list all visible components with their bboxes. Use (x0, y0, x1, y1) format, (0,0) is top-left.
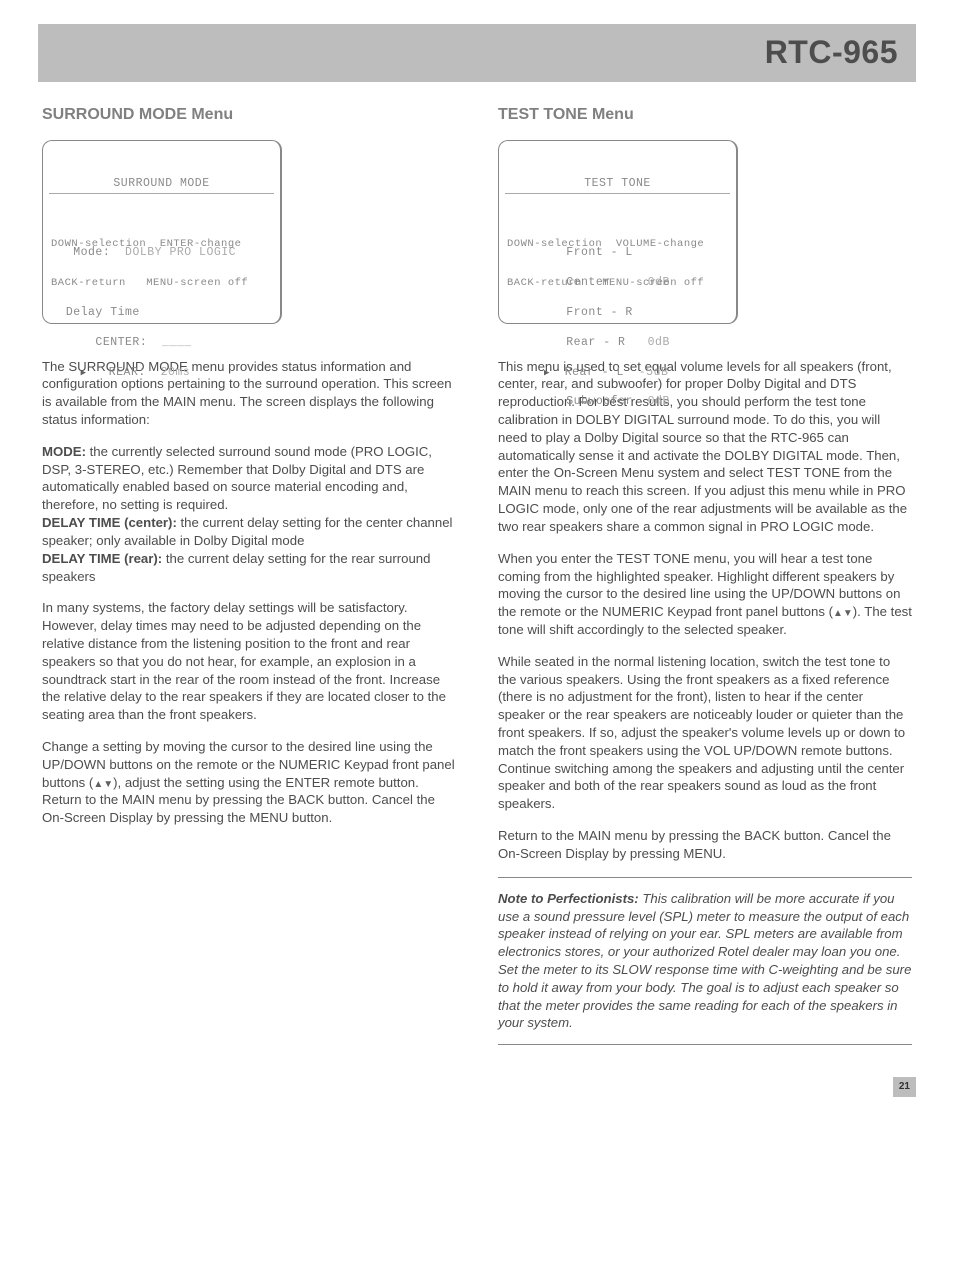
osd-hints: DOWN-selection ENTER-change BACK-return … (51, 212, 272, 317)
cursor-arrow-icon (81, 366, 87, 379)
osd-center-label: CENTER: (95, 336, 147, 349)
page-number: 21 (893, 1077, 916, 1097)
surround-mode-osd: SURROUND MODE Mode: DOLBY PRO LOGIC Dela… (42, 140, 282, 324)
note-label: Note to Perfectionists: (498, 891, 639, 906)
osd-rear-l-label: Rear - L (565, 366, 624, 379)
up-down-icon (93, 775, 113, 790)
header-bar: RTC-965 (38, 24, 916, 82)
osd-center-value: ____ (162, 336, 192, 349)
osd-hint-1: DOWN-selection VOLUME-change (507, 238, 728, 251)
osd-subwoofer-label: Subwoofer (566, 395, 633, 408)
osd-hint-1: DOWN-selection ENTER-change (51, 238, 272, 251)
footer: 21 (0, 1057, 954, 1117)
right-column: TEST TONE Menu TEST TONE Front - L Cente… (498, 104, 912, 1057)
osd-title: TEST TONE (505, 176, 730, 195)
osd-rear-l-value: -5dB (639, 366, 669, 379)
test-tone-heading: TEST TONE Menu (498, 104, 912, 126)
divider (498, 877, 912, 878)
osd-rear-value: 20ms (161, 366, 191, 379)
content-columns: SURROUND MODE Menu SURROUND MODE Mode: D… (0, 104, 954, 1057)
right-p4: Return to the MAIN menu by pressing the … (498, 827, 912, 863)
cursor-arrow-icon (544, 366, 550, 379)
note-text: This calibration will be more accurate i… (498, 891, 911, 1031)
model-title: RTC-965 (765, 31, 898, 74)
osd-subwoofer-value: 0dB (648, 395, 670, 408)
left-column: SURROUND MODE Menu SURROUND MODE Mode: D… (42, 104, 456, 1057)
test-tone-osd: TEST TONE Front - L Center 0dB Front - R… (498, 140, 738, 324)
osd-rear-r-label: Rear - R (566, 336, 625, 349)
osd-rear-label: REAR: (109, 366, 146, 379)
up-down-icon (833, 604, 853, 619)
left-p6: Change a setting by moving the cursor to… (42, 738, 456, 827)
osd-hint-2: BACK-return MENU-screen off (507, 277, 728, 290)
osd-hint-2: BACK-return MENU-screen off (51, 277, 272, 290)
note-block: Note to Perfectionists: This calibration… (498, 890, 912, 1033)
osd-hints: DOWN-selection VOLUME-change BACK-return… (507, 212, 728, 317)
delay-rear-label: DELAY TIME (rear): (42, 551, 162, 566)
surround-mode-heading: SURROUND MODE Menu (42, 104, 456, 126)
left-p2: MODE: the currently selected surround so… (42, 443, 456, 586)
osd-rear-r-value: 0dB (648, 336, 670, 349)
divider (498, 1044, 912, 1045)
delay-center-label: DELAY TIME (center): (42, 515, 177, 530)
left-p5: In many systems, the factory delay setti… (42, 599, 456, 724)
right-p3: While seated in the normal listening loc… (498, 653, 912, 813)
osd-title: SURROUND MODE (49, 176, 274, 195)
right-p2: When you enter the TEST TONE menu, you w… (498, 550, 912, 639)
